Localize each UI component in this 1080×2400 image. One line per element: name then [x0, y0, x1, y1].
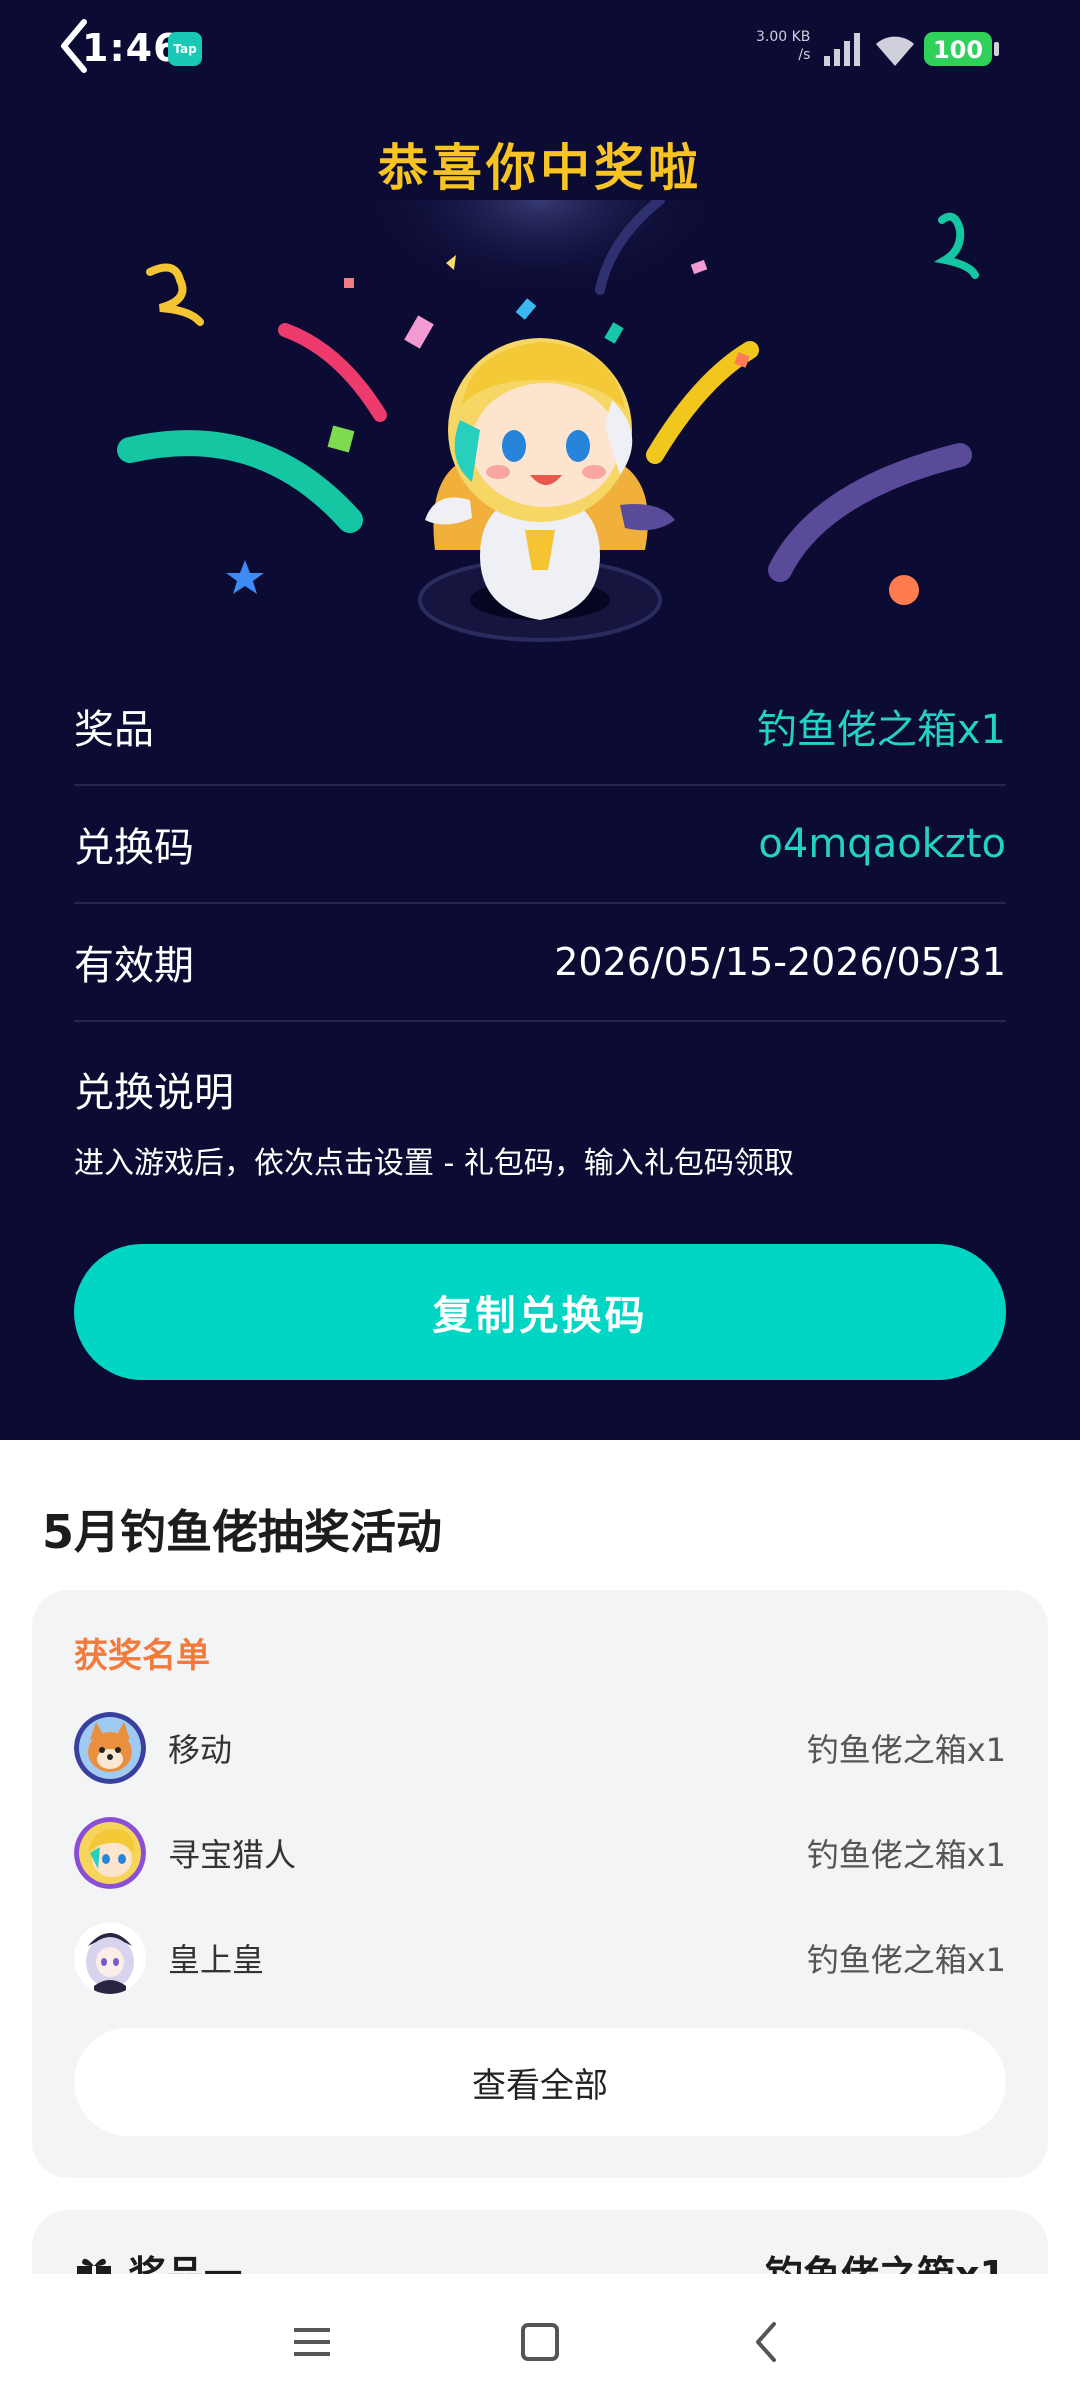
winners-card: 获奖名单 移动 钓鱼佬之箱x1 寻宝猎人 钓鱼佬之箱x1 皇上皇 钓鱼佬之箱x1…: [32, 1590, 1048, 2178]
system-nav-bar: [0, 2274, 1080, 2400]
signal-icon: [824, 33, 860, 66]
winners-title: 获奖名单: [74, 1636, 210, 1676]
winner-prize: 钓鱼佬之箱x1: [806, 1941, 1006, 1979]
winner-row: 皇上皇 钓鱼佬之箱x1: [74, 1920, 1006, 1996]
wifi-icon: [876, 36, 914, 66]
avatar[interactable]: [74, 1922, 146, 1994]
battery-icon: 100: [924, 32, 999, 66]
celebration-illustration: [117, 200, 979, 642]
winner-name: 寻宝猎人: [168, 1836, 297, 1874]
prize-label: 奖品: [74, 707, 154, 753]
prize-row: 奖品 钓鱼佬之箱x1: [74, 668, 1006, 786]
activity-title: 5月钓鱼佬抽奖活动: [42, 1505, 443, 1559]
network-speed: 3.00 KB /s: [756, 29, 811, 63]
taptap-app-icon: Tap: [168, 32, 202, 66]
page-title: 恭喜你中奖啦: [378, 139, 702, 197]
avatar[interactable]: [74, 1817, 146, 1889]
avatar[interactable]: [74, 1712, 146, 1784]
winner-name: 移动: [168, 1731, 233, 1769]
validity-label: 有效期: [74, 943, 194, 989]
validity-row: 有效期 2026/05/15-2026/05/31: [74, 904, 1006, 1022]
redeem-code-value[interactable]: o4mqaokzto: [758, 821, 1006, 867]
redeem-instructions-title: 兑换说明: [74, 1070, 234, 1116]
back-arrow-icon[interactable]: [50, 14, 110, 78]
winner-prize: 钓鱼佬之箱x1: [806, 1731, 1006, 1769]
status-bar: 1:46 Tap 3.00 KB /s 100: [0, 0, 1080, 100]
prize-result-panel: 1:46 Tap 3.00 KB /s 100 恭喜你中奖啦 奖品 钓鱼佬之箱x…: [0, 0, 1080, 1440]
validity-value: 2026/05/15-2026/05/31: [554, 940, 1006, 984]
back-nav-icon[interactable]: [738, 2312, 798, 2372]
prize-value: 钓鱼佬之箱x1: [756, 707, 1006, 753]
winner-row: 寻宝猎人 钓鱼佬之箱x1: [74, 1815, 1006, 1891]
redeem-code-row: 兑换码 o4mqaokzto: [74, 786, 1006, 904]
view-all-button[interactable]: 查看全部: [74, 2028, 1006, 2136]
winner-row: 移动 钓鱼佬之箱x1: [74, 1710, 1006, 1786]
redeem-code-label: 兑换码: [74, 825, 194, 871]
copy-code-button[interactable]: 复制兑换码: [74, 1244, 1006, 1380]
winner-name: 皇上皇: [168, 1941, 265, 1979]
home-icon[interactable]: [510, 2312, 570, 2372]
winner-prize: 钓鱼佬之箱x1: [806, 1836, 1006, 1874]
menu-icon[interactable]: [282, 2312, 342, 2372]
svg-text:100: 100: [933, 36, 983, 64]
redeem-instructions-text: 进入游戏后，依次点击设置 - 礼包码，输入礼包码领取: [74, 1146, 794, 1181]
